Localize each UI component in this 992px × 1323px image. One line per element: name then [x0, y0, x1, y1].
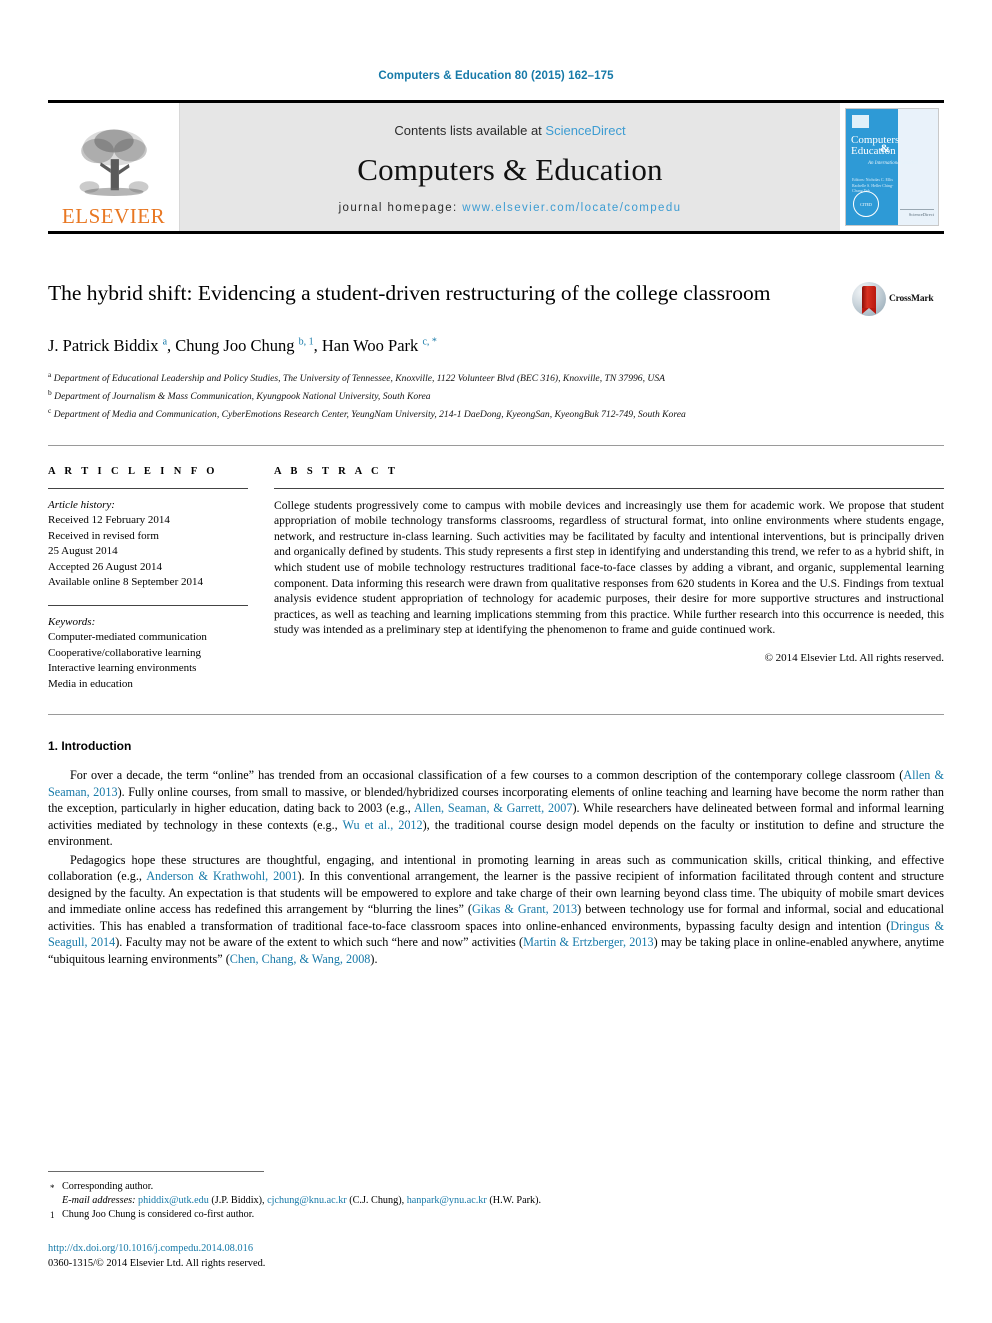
crossmark-badge[interactable]: CrossMark	[852, 280, 944, 316]
footnote-divider	[48, 1171, 264, 1172]
footnote-cofirst-text: Chung Joo Chung is considered co-first a…	[62, 1209, 255, 1220]
cover-title: Computers Education	[851, 135, 903, 157]
footnote-cofirst-author: 1 Chung Joo Chung is considered co-first…	[48, 1208, 944, 1222]
article-history-item: Received 12 February 2014	[48, 514, 170, 527]
affiliation-item: c Department of Media and Communication,…	[48, 406, 686, 421]
article-info-column: A R T I C L E I N F O Article history: R…	[48, 466, 274, 693]
author-list: J. Patrick Biddix a, Chung Joo Chung b, …	[48, 336, 437, 355]
article-history-item: Received in revised form	[48, 529, 159, 542]
elsevier-logo: ELSEVIER	[48, 103, 180, 231]
footnote-emails: E-mail addresses: phiddix@utk.edu (J.P. …	[48, 1194, 944, 1208]
affiliation-item: a Department of Educational Leadership a…	[48, 370, 665, 385]
elsevier-wordmark: ELSEVIER	[61, 204, 166, 228]
paper-title: The hybrid shift: Evidencing a student-d…	[48, 281, 771, 305]
footnote-corresponding-text: Corresponding author.	[62, 1181, 154, 1192]
cover-elsevier-icon	[852, 115, 869, 128]
doi-block: http://dx.doi.org/10.1016/j.compedu.2014…	[48, 1242, 944, 1271]
journal-title: Computers & Education	[357, 151, 663, 187]
cover-subtitle: An International Journal	[868, 161, 918, 166]
running-head: Computers & Education 80 (2015) 162–175	[378, 70, 614, 82]
journal-cover-thumbnail[interactable]: Computers Education & An International J…	[845, 108, 939, 226]
contents-prefix: Contents lists available at	[394, 122, 546, 138]
sciencedirect-link[interactable]: ScienceDirect	[545, 123, 625, 138]
elsevier-tree-icon	[79, 129, 148, 196]
section-heading-introduction: 1. Introduction	[48, 739, 132, 754]
footnote-corresponding-author: * Corresponding author.	[48, 1180, 944, 1194]
keyword-item: Computer-mediated communication	[48, 631, 207, 644]
masthead-center: Contents lists available at ScienceDirec…	[180, 103, 840, 231]
title-row: The hybrid shift: Evidencing a student-d…	[48, 280, 944, 316]
journal-masthead: ELSEVIER Contents lists available at Sci…	[48, 100, 944, 234]
article-history-item: 25 August 2014	[48, 545, 118, 558]
keywords-heading: Keywords:	[48, 615, 96, 628]
abstract-divider	[274, 487, 944, 489]
footnote-marker-one: 1	[50, 1210, 55, 1220]
cover-sciencedirect-mark: ScienceDirect	[900, 209, 934, 217]
article-info-label: A R T I C L E I N F O	[48, 465, 218, 477]
crossmark-label: CrossMark	[889, 294, 934, 304]
cover-editors: Editors: Nicholas C. Ellis Rachelle S. H…	[852, 177, 894, 193]
abstract-copyright: © 2014 Elsevier Ltd. All rights reserved…	[764, 651, 944, 664]
journal-cover-block: Computers Education & An International J…	[840, 103, 944, 231]
info-abstract-band: A R T I C L E I N F O Article history: R…	[48, 444, 944, 693]
cover-seal-badge: CITED	[853, 191, 879, 217]
cover-ampersand: &	[880, 141, 890, 155]
homepage-prefix: journal homepage:	[338, 201, 463, 214]
footnote-emails-text: E-mail addresses: phiddix@utk.edu (J.P. …	[62, 1195, 542, 1206]
abstract-text: College students progressively come to c…	[274, 498, 944, 637]
article-info-divider	[48, 487, 248, 489]
footnote-area: * Corresponding author. E-mail addresses…	[48, 1171, 944, 1271]
body-divider	[48, 714, 944, 716]
abstract-label: A B S T R A C T	[274, 465, 399, 477]
article-history-item: Available online 8 September 2014	[48, 576, 203, 589]
crossmark-icon	[852, 282, 886, 316]
affiliation-item: b Department of Journalism & Mass Commun…	[48, 388, 431, 403]
journal-article-page: Computers & Education 80 (2015) 162–175	[0, 0, 992, 1323]
keyword-item: Cooperative/collaborative learning	[48, 646, 202, 659]
footnote-marker-asterisk: *	[50, 1183, 55, 1193]
crossmark-book-shape	[862, 286, 876, 314]
article-history-heading: Article history:	[48, 498, 115, 511]
journal-homepage-link[interactable]: www.elsevier.com/locate/compedu	[462, 202, 681, 214]
title-column: The hybrid shift: Evidencing a student-d…	[48, 280, 852, 307]
keyword-item: Media in education	[48, 677, 133, 690]
doi-link[interactable]: http://dx.doi.org/10.1016/j.compedu.2014…	[48, 1242, 944, 1257]
intro-paragraph: Pedagogics hope these structures are tho…	[48, 852, 945, 966]
intro-paragraph: For over a decade, the term “online” has…	[48, 768, 945, 849]
journal-homepage-line: journal homepage: www.elsevier.com/locat…	[339, 202, 682, 214]
keywords-divider	[48, 604, 248, 606]
abstract-column: A B S T R A C T College students progres…	[274, 466, 944, 693]
article-history-item: Accepted 26 August 2014	[48, 560, 162, 573]
issn-copyright-line: 0360-1315/© 2014 Elsevier Ltd. All right…	[48, 1257, 266, 1269]
keyword-item: Interactive learning environments	[48, 662, 197, 675]
contents-lists-line: Contents lists available at ScienceDirec…	[394, 123, 625, 138]
affiliation-list: a Department of Educational Leadership a…	[48, 368, 944, 423]
